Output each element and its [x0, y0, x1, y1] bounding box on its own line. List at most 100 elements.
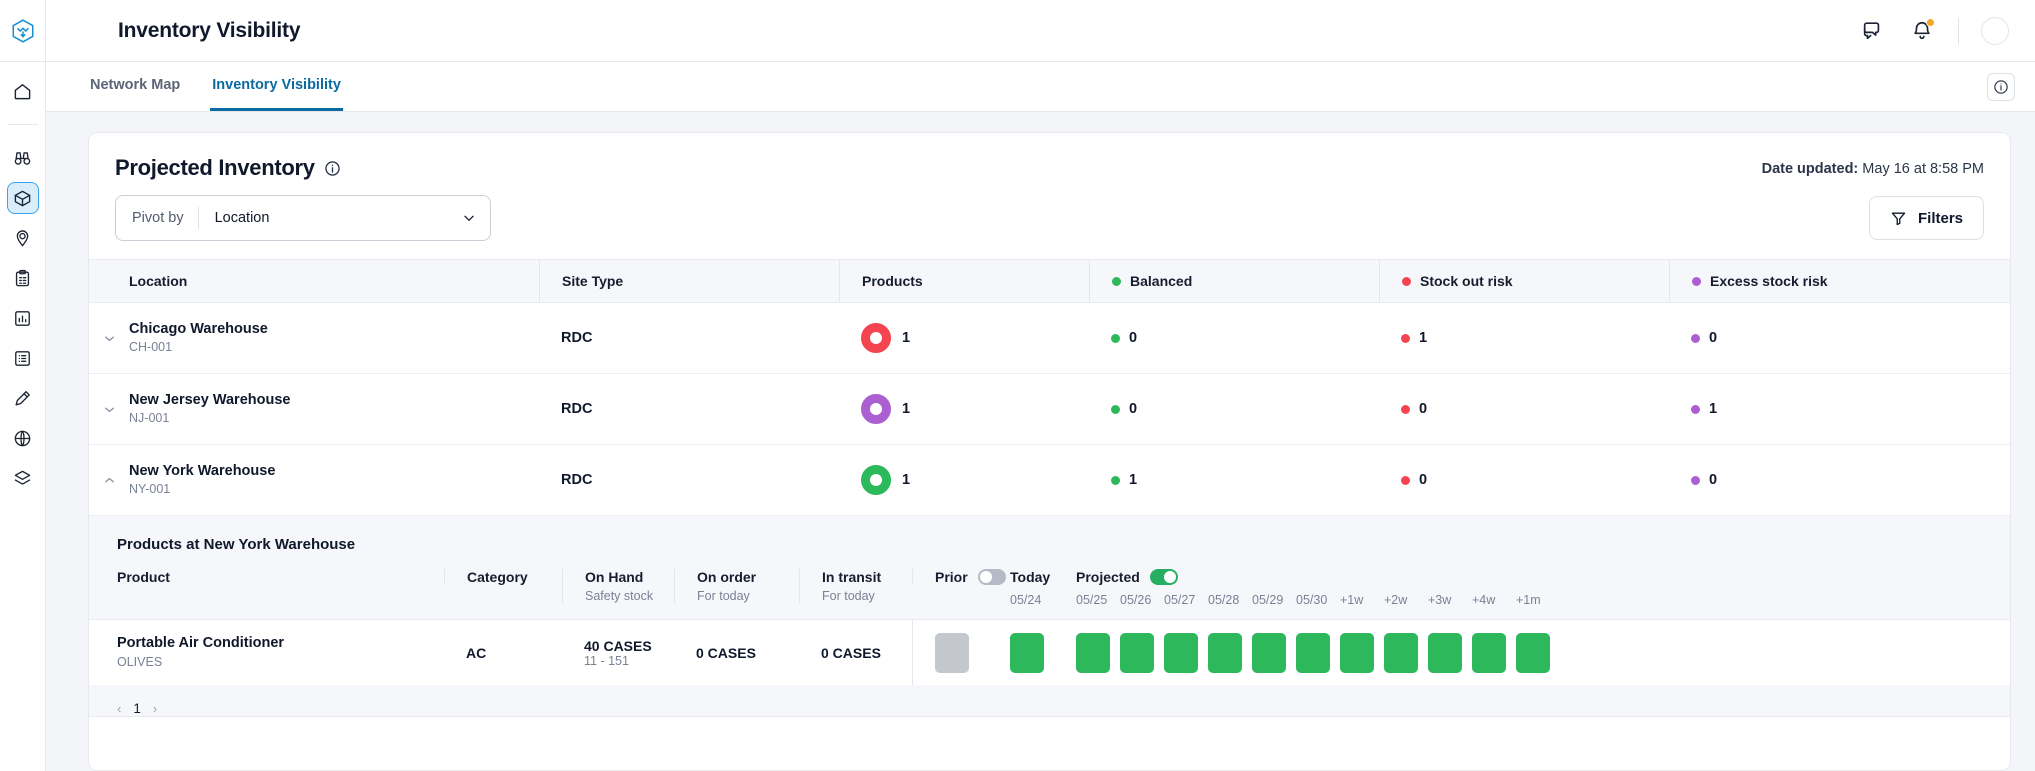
- projected-bar[interactable]: [1208, 633, 1242, 673]
- sidebar-item-inventory[interactable]: [8, 183, 38, 213]
- app-root: Inventory Visibility Network Map Invento…: [0, 0, 2035, 771]
- on-order-value: 0 CASES: [696, 645, 756, 661]
- sidebar-item-analytics[interactable]: [8, 303, 38, 333]
- balanced-count: 0: [1129, 401, 1137, 417]
- prior-label: Prior: [935, 569, 968, 585]
- notification-badge: [1926, 18, 1935, 27]
- projected-bar[interactable]: [1076, 633, 1110, 673]
- balanced-dot-icon: [1111, 334, 1120, 343]
- stock-out-dot-icon: [1401, 476, 1410, 485]
- column-header-products[interactable]: Products: [839, 260, 1089, 302]
- sidebar-item-tasks[interactable]: [8, 343, 38, 373]
- help-button[interactable]: [1987, 73, 2015, 101]
- chat-icon: [1861, 20, 1883, 42]
- site-type-value: RDC: [561, 330, 592, 346]
- projected-date: +1m: [1516, 593, 1560, 607]
- prior-toggle[interactable]: [978, 569, 1006, 585]
- app-logo[interactable]: [0, 0, 46, 62]
- sidebar-item-explore[interactable]: [8, 143, 38, 173]
- date-updated: Date updated: May 16 at 8:58 PM: [1762, 155, 1984, 177]
- projected-label: Projected: [1076, 569, 1140, 585]
- projected-bar[interactable]: [1164, 633, 1198, 673]
- chat-button[interactable]: [1858, 17, 1886, 45]
- tab-network-map[interactable]: Network Map: [88, 62, 182, 111]
- prior-bar[interactable]: [935, 633, 969, 673]
- projected-date: 05/30: [1296, 593, 1340, 607]
- toggle-knob: [1164, 571, 1176, 583]
- column-label: On Hand: [585, 569, 674, 585]
- location-cell: New York Warehouse NY-001: [89, 445, 539, 515]
- pivot-by-label: Pivot by: [116, 210, 198, 226]
- info-icon: [324, 160, 341, 177]
- sidebar-item-planner[interactable]: [8, 383, 38, 413]
- on-order-cell: 0 CASES: [674, 620, 799, 685]
- next-page-button[interactable]: ›: [153, 701, 157, 716]
- location-name: New York Warehouse: [129, 462, 275, 482]
- today-date: 05/24: [1010, 593, 1076, 607]
- content-area: Projected Inventory Date updated: May 16…: [46, 112, 2035, 771]
- column-header-location[interactable]: Location: [89, 260, 539, 302]
- bar-chart-icon: [13, 309, 32, 328]
- pivot-by-select[interactable]: Pivot by Location: [115, 195, 491, 241]
- projected-date: 05/28: [1208, 593, 1252, 607]
- column-header-site-type[interactable]: Site Type: [539, 260, 839, 302]
- column-label: Location: [129, 273, 187, 289]
- projected-date: +4w: [1472, 593, 1516, 607]
- table-row[interactable]: New Jersey Warehouse NJ-001 RDC 1: [89, 374, 2010, 445]
- projected-bar[interactable]: [1252, 633, 1286, 673]
- projected-bar[interactable]: [1296, 633, 1330, 673]
- column-header-excess-stock-risk[interactable]: Excess stock risk: [1669, 260, 1984, 302]
- chevron-down-icon[interactable]: [462, 211, 490, 225]
- projected-bar[interactable]: [1120, 633, 1154, 673]
- today-bar[interactable]: [1010, 633, 1044, 673]
- list-icon: [13, 349, 32, 368]
- column-label: Balanced: [1130, 273, 1192, 289]
- sidebar-item-locations[interactable]: [8, 223, 38, 253]
- title-info-icon[interactable]: [324, 160, 341, 177]
- projected-bar-cell: [1472, 633, 1516, 673]
- product-sku: OLIVES: [117, 654, 284, 671]
- column-header-product[interactable]: Product: [89, 569, 444, 585]
- page-number[interactable]: 1: [133, 701, 141, 716]
- on-hand-value: 40 CASES: [584, 638, 652, 654]
- chevron-down-icon: [102, 402, 117, 417]
- column-header-in-transit[interactable]: In transit For today: [799, 569, 912, 603]
- excess-count: 0: [1709, 472, 1717, 488]
- column-label: Products: [862, 273, 923, 289]
- sidebar-item-orders[interactable]: [8, 263, 38, 293]
- prev-page-button[interactable]: ‹: [117, 701, 121, 716]
- avatar[interactable]: [1981, 17, 2009, 45]
- projected-bar[interactable]: [1428, 633, 1462, 673]
- expand-row-button[interactable]: [89, 402, 129, 417]
- column-header-category[interactable]: Category: [444, 569, 562, 585]
- table-row[interactable]: Chicago Warehouse CH-001 RDC 1: [89, 303, 2010, 374]
- column-sublabel: Safety stock: [585, 589, 674, 603]
- product-row[interactable]: Portable Air Conditioner OLIVES AC 40 CA…: [89, 619, 2010, 685]
- expand-row-button[interactable]: [89, 331, 129, 346]
- table-row[interactable]: New York Warehouse NY-001 RDC 1: [89, 445, 2010, 516]
- projected-bar[interactable]: [1340, 633, 1374, 673]
- balanced-dot-icon: [1112, 277, 1121, 286]
- sidebar-item-scenarios[interactable]: [8, 463, 38, 493]
- stock-out-count: 1: [1419, 330, 1427, 346]
- sidebar-item-home[interactable]: [8, 76, 38, 106]
- column-header-on-hand[interactable]: On Hand Safety stock: [562, 569, 674, 603]
- projected-bar[interactable]: [1472, 633, 1506, 673]
- projected-bar[interactable]: [1384, 633, 1418, 673]
- in-transit-value: 0 CASES: [821, 645, 881, 661]
- projected-bar[interactable]: [1516, 633, 1550, 673]
- column-label: Product: [117, 569, 444, 585]
- home-icon: [13, 82, 32, 101]
- sidebar-item-network[interactable]: [8, 423, 38, 453]
- column-header-balanced[interactable]: Balanced: [1089, 260, 1379, 302]
- projected-toggle[interactable]: [1150, 569, 1178, 585]
- column-header-on-order[interactable]: On order For today: [674, 569, 799, 603]
- collapse-row-button[interactable]: [89, 473, 129, 488]
- projected-date: 05/29: [1252, 593, 1296, 607]
- tab-inventory-visibility[interactable]: Inventory Visibility: [210, 62, 343, 111]
- column-header-stock-out-risk[interactable]: Stock out risk: [1379, 260, 1669, 302]
- notifications-button[interactable]: [1908, 17, 1936, 45]
- projected-date-labels: 05/25 05/26 05/27 05/28 05/29 05/30 +1w …: [1076, 593, 2010, 607]
- location-code: NJ-001: [129, 410, 290, 427]
- filters-button[interactable]: Filters: [1869, 196, 1984, 240]
